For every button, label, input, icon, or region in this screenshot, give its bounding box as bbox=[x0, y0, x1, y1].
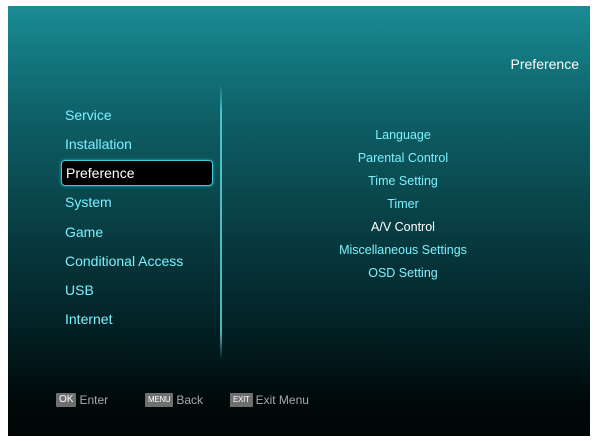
menu-item-conditional-access[interactable]: Conditional Access bbox=[61, 247, 213, 276]
hint-menu-label: Back bbox=[176, 393, 204, 407]
ok-key-icon: OK bbox=[56, 393, 77, 407]
menu-item-installation[interactable]: Installation bbox=[61, 130, 213, 159]
menu-item-game[interactable]: Game bbox=[61, 218, 213, 247]
menu-key-icon: MENU bbox=[145, 393, 174, 407]
tv-menu-screen: Preference Service Installation Preferen… bbox=[8, 6, 590, 436]
sub-item-miscellaneous-settings[interactable]: Miscellaneous Settings bbox=[308, 239, 498, 262]
menu-item-internet[interactable]: Internet bbox=[61, 305, 213, 334]
menu-item-preference[interactable]: Preference bbox=[61, 160, 213, 187]
hint-exit[interactable]: EXIT Exit Menu bbox=[230, 392, 309, 408]
sub-item-osd-setting[interactable]: OSD Setting bbox=[308, 262, 498, 285]
main-menu: Service Installation Preference System G… bbox=[61, 101, 213, 334]
menu-divider bbox=[220, 84, 222, 360]
sub-item-language[interactable]: Language bbox=[308, 124, 498, 147]
page-title: Preference bbox=[510, 56, 579, 72]
hint-ok-label: Enter bbox=[79, 393, 109, 407]
hint-ok[interactable]: OK Enter bbox=[56, 392, 108, 408]
sub-item-parental-control[interactable]: Parental Control bbox=[308, 147, 498, 170]
hint-exit-label: Exit Menu bbox=[255, 393, 309, 407]
exit-key-icon: EXIT bbox=[230, 393, 253, 407]
sub-menu: Language Parental Control Time Setting T… bbox=[308, 124, 498, 285]
hint-menu[interactable]: MENU Back bbox=[145, 392, 203, 408]
menu-item-service[interactable]: Service bbox=[61, 101, 213, 130]
menu-item-system[interactable]: System bbox=[61, 188, 213, 217]
sub-item-av-control[interactable]: A/V Control bbox=[308, 216, 498, 239]
menu-item-usb[interactable]: USB bbox=[61, 276, 213, 305]
sub-item-timer[interactable]: Timer bbox=[308, 193, 498, 216]
sub-item-time-setting[interactable]: Time Setting bbox=[308, 170, 498, 193]
footer-hints: OK Enter MENU Back EXIT Exit Menu bbox=[8, 392, 590, 412]
